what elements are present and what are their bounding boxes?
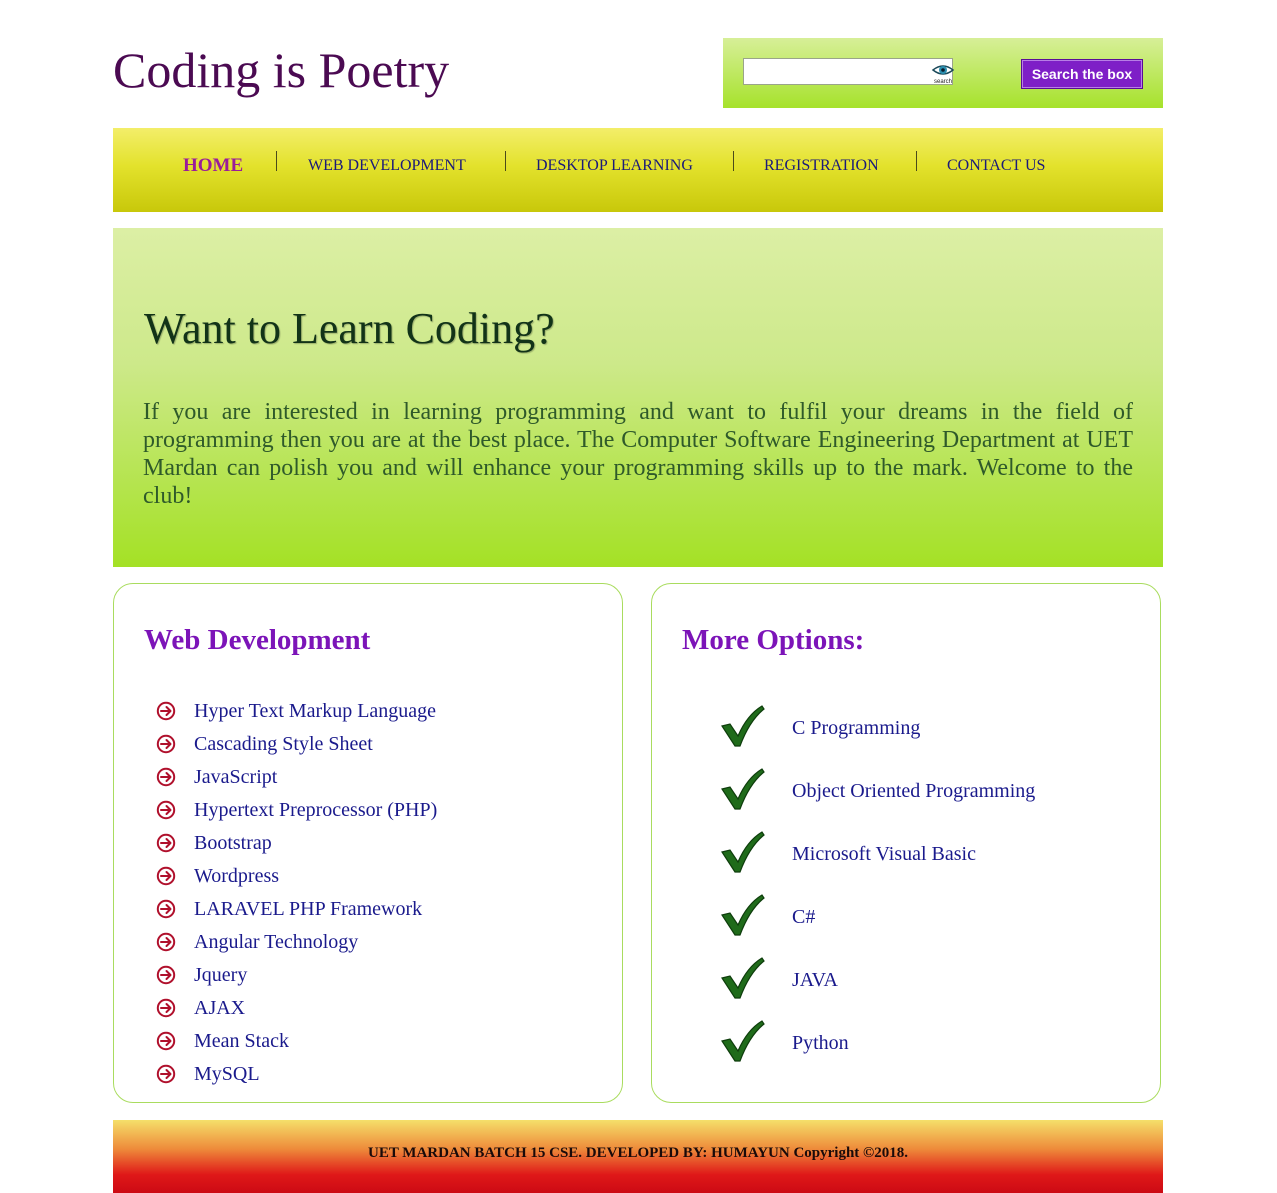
web-development-heading: Web Development <box>144 624 371 656</box>
nav-item-registration[interactable]: REGISTRATION <box>764 154 879 178</box>
list-item-label: Hypertext Preprocessor (PHP) <box>194 799 438 821</box>
list-item-label: Hyper Text Markup Language <box>194 700 437 722</box>
circle-arrow-right-icon <box>156 1031 176 1051</box>
list-item-label: Angular Technology <box>194 931 359 953</box>
web-development-panel: Web Development Hyper Text Markup Langua… <box>113 583 623 1103</box>
list-item-label: Python <box>792 1032 849 1054</box>
checkmark-icon <box>720 893 766 937</box>
list-item-label: C# <box>792 906 816 928</box>
list-item-label: AJAX <box>194 997 246 1019</box>
nav-item-desktop-learning[interactable]: DESKTOP LEARNING <box>536 154 693 178</box>
list-item-label: Mean Stack <box>194 1030 289 1052</box>
hero-text: If you are interested in learning progra… <box>143 399 1133 509</box>
circle-arrow-right-icon <box>156 899 176 919</box>
list-item-label: JavaScript <box>194 766 278 788</box>
circle-arrow-right-icon <box>156 701 176 721</box>
checkmark-icon <box>720 1019 766 1063</box>
circle-arrow-right-icon <box>156 932 176 952</box>
nav-item-contact-us[interactable]: CONTACT US <box>947 154 1045 178</box>
hero-banner: Want to Learn Coding? If you are interes… <box>113 228 1163 567</box>
search-input[interactable] <box>743 58 953 85</box>
footer-text: UET MARDAN BATCH 15 CSE. DEVELOPED BY: H… <box>367 1145 908 1161</box>
checkmark-icon <box>720 956 766 1000</box>
list-item-label: LARAVEL PHP Framework <box>194 898 423 920</box>
list-item-label: MySQL <box>194 1063 260 1085</box>
search-button[interactable]: Search the box <box>1021 59 1143 89</box>
circle-arrow-right-icon <box>156 866 176 886</box>
nav-item-web-development[interactable]: WEB DEVELOPMENT <box>308 154 466 178</box>
checkmark-icon <box>720 704 766 748</box>
list-item-label: Jquery <box>194 964 248 986</box>
circle-arrow-right-icon <box>156 965 176 985</box>
list-item-label: Object Oriented Programming <box>792 780 1036 802</box>
search-area: search Search the box <box>723 38 1163 108</box>
circle-arrow-right-icon <box>156 734 176 754</box>
nav-separator <box>733 151 734 171</box>
checkmark-icon <box>720 830 766 874</box>
search-eye-icon[interactable]: search <box>931 60 955 85</box>
circle-arrow-right-icon <box>156 800 176 820</box>
nav-separator <box>276 151 277 171</box>
circle-arrow-right-icon <box>156 998 176 1018</box>
circle-arrow-right-icon <box>156 767 176 787</box>
list-item-label: Cascading Style Sheet <box>194 733 373 755</box>
nav-separator <box>505 151 506 171</box>
checkmark-icon <box>720 767 766 811</box>
site-title: Coding is Poetry <box>113 42 450 98</box>
more-options-panel: More Options: C Programming Object Orient… <box>651 583 1161 1103</box>
more-options-heading: More Options: <box>682 624 865 656</box>
list-item-label: JAVA <box>792 969 838 991</box>
list-item-label: Microsoft Visual Basic <box>792 843 976 865</box>
circle-arrow-right-icon <box>156 1064 176 1084</box>
list-item-label: Bootstrap <box>194 832 272 854</box>
circle-arrow-right-icon <box>156 833 176 853</box>
main-nav: HOME WEB DEVELOPMENT DESKTOP LEARNING RE… <box>113 128 1163 212</box>
hero-title: Want to Learn Coding? <box>144 304 555 353</box>
nav-separator <box>916 151 917 171</box>
footer: UET MARDAN BATCH 15 CSE. DEVELOPED BY: H… <box>113 1120 1163 1193</box>
svg-text:search: search <box>934 79 952 84</box>
list-item-label: C Programming <box>792 717 921 739</box>
list-item-label: Wordpress <box>194 865 280 887</box>
nav-item-home[interactable]: HOME <box>183 154 243 178</box>
